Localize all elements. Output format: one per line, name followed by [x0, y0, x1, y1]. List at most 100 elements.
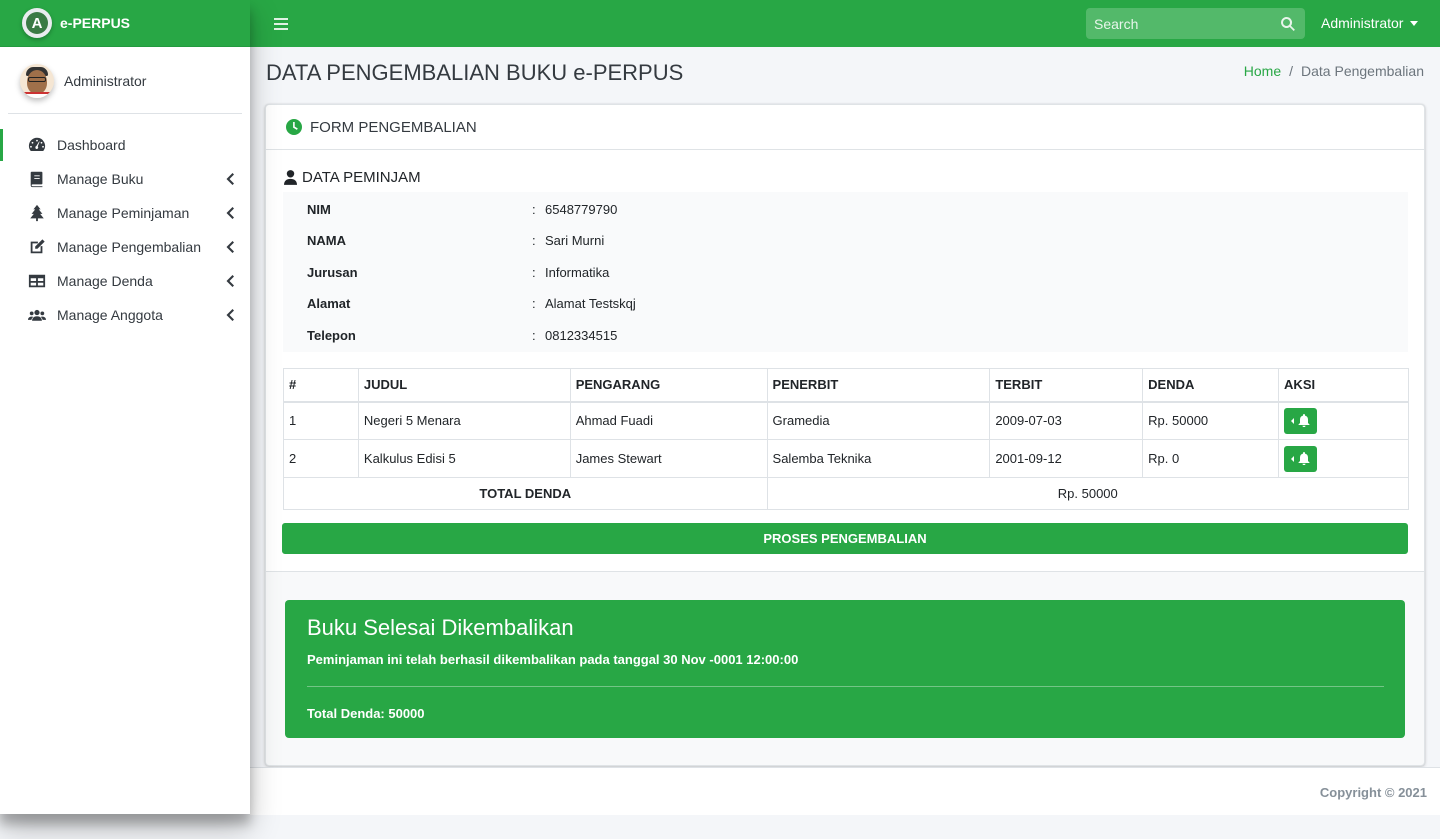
table-row: 1 Negeri 5 Menara Ahmad Fuadi Gramedia 2…: [283, 401, 1409, 440]
alert-total: Total Denda: 50000: [307, 706, 425, 721]
brand-logo-letter: A: [26, 12, 48, 34]
cell-terbit: 2009-07-03: [989, 401, 1144, 440]
cell-aksi: [1278, 439, 1409, 478]
total-label: TOTAL DENDA: [283, 477, 768, 510]
sidebar: A e-PERPUS Administrator Dashboard Manag…: [0, 0, 250, 814]
caret-down-icon: [1410, 20, 1419, 26]
sidebar-item-manage-buku[interactable]: Manage Buku: [0, 162, 250, 196]
sidebar-item-label: Dashboard: [57, 137, 126, 153]
breadcrumb-home-link[interactable]: Home: [1244, 63, 1281, 79]
search-icon[interactable]: [1280, 16, 1296, 32]
info-row-telepon: Telepon : 0812334515: [307, 328, 617, 348]
column-header: TERBIT: [989, 368, 1144, 403]
form-card: FORM PENGEMBALIAN DATA PEMINJAM NIM : 65…: [265, 104, 1425, 766]
admin-dropdown[interactable]: Administrator: [1321, 15, 1419, 31]
sidebar-item-manage-anggota[interactable]: Manage Anggota: [0, 298, 250, 332]
page-title: DATA PENGEMBALIAN BUKU e-PERPUS: [266, 60, 684, 85]
alert-divider: [307, 686, 1384, 687]
avatar: [20, 64, 54, 98]
column-header: DENDA: [1142, 368, 1280, 403]
info-row-nama: NAMA : Sari Murni: [307, 233, 604, 253]
table-header-row: # JUDUL PENGARANG PENERBIT TERBIT DENDA …: [283, 368, 1409, 403]
cell-pengarang: Ahmad Fuadi: [569, 401, 768, 440]
tachometer-icon: [27, 136, 47, 154]
alert-title: Buku Selesai Dikembalikan: [307, 615, 574, 640]
search-input[interactable]: [1086, 15, 1280, 32]
user-name: Administrator: [64, 73, 147, 89]
book-icon: [27, 170, 47, 188]
cell-penerbit: Gramedia: [766, 401, 991, 440]
info-value: 0812334515: [545, 328, 618, 343]
sidebar-item-label: Manage Pengembalian: [57, 239, 201, 255]
user-icon: [284, 170, 297, 185]
info-label: Alamat: [307, 296, 351, 311]
brand-link[interactable]: A e-PERPUS: [0, 0, 250, 47]
cell-judul: Kalkulus Edisi 5: [357, 439, 571, 478]
info-row-alamat: Alamat : Alamat Testskqj: [307, 296, 636, 316]
info-value: Informatika: [545, 265, 610, 280]
info-row-nim: NIM : 6548779790: [307, 202, 617, 222]
cell-denda: Rp. 0: [1142, 439, 1280, 478]
info-value: Sari Murni: [545, 233, 605, 248]
info-label: NIM: [307, 202, 331, 217]
success-alert: Buku Selesai Dikembalikan Peminjaman ini…: [285, 600, 1405, 738]
sidebar-item-manage-pengembalian[interactable]: Manage Pengembalian: [0, 230, 250, 264]
total-row: TOTAL DENDA Rp. 50000: [283, 477, 1410, 510]
section-title-text: DATA PEMINJAM: [302, 169, 421, 186]
chevron-left-icon: [226, 240, 234, 254]
alert-message: Peminjaman ini telah berhasil dikembalik…: [307, 652, 799, 667]
card-header: FORM PENGEMBALIAN: [266, 105, 1424, 150]
info-label: NAMA: [307, 233, 346, 248]
column-header: #: [283, 368, 359, 403]
books-table: # JUDUL PENGARANG PENERBIT TERBIT DENDA …: [283, 368, 1410, 510]
sidebar-item-manage-peminjaman[interactable]: Manage Peminjaman: [0, 196, 250, 230]
cell-penerbit: Salemba Teknika: [766, 439, 991, 478]
info-value: 6548779790: [545, 202, 618, 217]
info-label: Jurusan: [307, 265, 358, 280]
breadcrumb: Home / Data Pengembalian: [1244, 63, 1424, 79]
cell-aksi: [1278, 401, 1409, 440]
cell-denda: Rp. 50000: [1142, 401, 1280, 440]
copyright-text: Copyright © 2021: [1319, 785, 1427, 800]
menu-toggle-icon[interactable]: [274, 17, 288, 30]
sidebar-nav: Dashboard Manage Buku Manage Peminjaman …: [0, 128, 250, 332]
borrower-info: NIM : 6548779790 NAMA : Sari Murni Jurus…: [283, 192, 1408, 352]
breadcrumb-separator: /: [1289, 63, 1294, 79]
cell-no: 2: [283, 439, 359, 478]
edit-icon: [27, 238, 47, 256]
column-header: PENERBIT: [766, 368, 991, 403]
sidebar-item-manage-denda[interactable]: Manage Denda: [0, 264, 250, 298]
sidebar-item-label: Manage Peminjaman: [57, 205, 190, 221]
column-header: JUDUL: [357, 368, 571, 403]
table-row: 2 Kalkulus Edisi 5 James Stewart Salemba…: [283, 439, 1409, 478]
chevron-left-icon: [226, 206, 234, 220]
cell-judul: Negeri 5 Menara: [357, 401, 571, 440]
sidebar-item-label: Manage Anggota: [57, 307, 163, 323]
notify-button[interactable]: [1284, 445, 1318, 472]
chevron-left-icon: [226, 172, 234, 186]
form-body: DATA PEMINJAM NIM : 6548779790 NAMA : Sa…: [266, 150, 1424, 572]
notify-button[interactable]: [1284, 407, 1318, 434]
sidebar-item-dashboard[interactable]: Dashboard: [0, 128, 250, 162]
table-icon: [27, 272, 47, 290]
proses-pengembalian-button[interactable]: PROSES PENGEMBALIAN: [282, 523, 1408, 554]
cell-terbit: 2001-09-12: [989, 439, 1144, 478]
chevron-left-icon: [226, 274, 234, 288]
chevron-left-icon: [226, 308, 234, 322]
search-box: [1086, 8, 1305, 39]
bell-icon: [1298, 452, 1310, 465]
info-label: Telepon: [307, 328, 356, 343]
user-panel[interactable]: Administrator: [8, 47, 242, 114]
info-value: Alamat Testskqj: [545, 296, 636, 311]
users-icon: [27, 306, 47, 324]
cell-no: 1: [283, 401, 359, 440]
tree-icon: [27, 204, 47, 222]
total-value: Rp. 50000: [766, 477, 1410, 510]
bell-icon: [1298, 414, 1310, 428]
brand-logo: A: [22, 8, 52, 38]
footer: Copyright © 2021: [250, 767, 1440, 815]
sidebar-item-label: Manage Buku: [57, 171, 144, 187]
sidebar-item-label: Manage Denda: [57, 273, 153, 289]
topbar: Administrator: [250, 0, 1440, 47]
clock-icon: [286, 119, 302, 135]
